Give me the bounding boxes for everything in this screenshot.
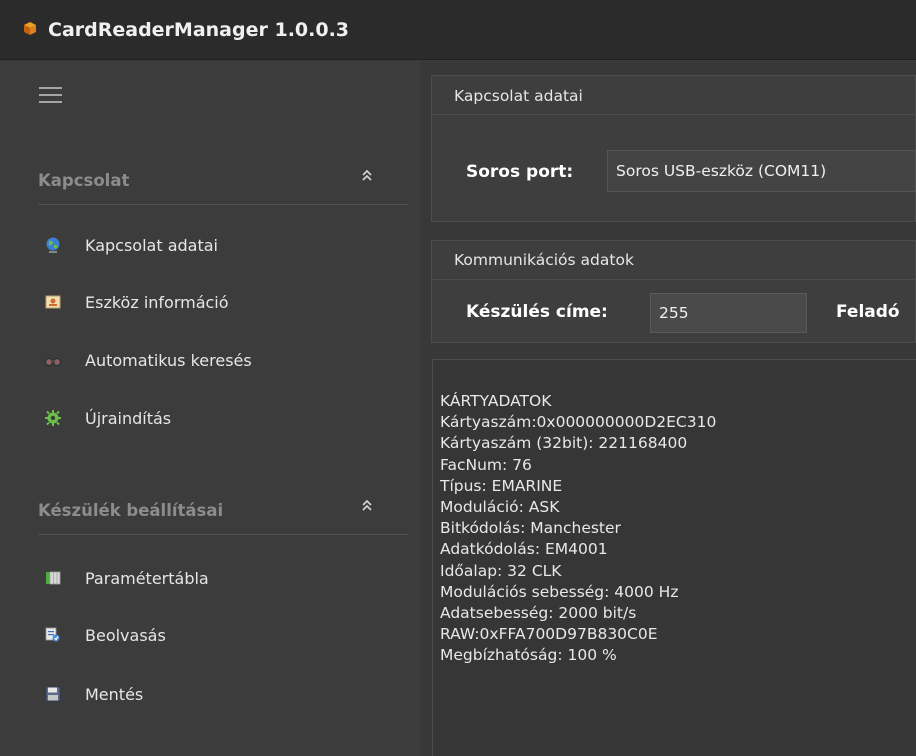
section-header-kapcsolat[interactable]: Kapcsolat — [38, 163, 408, 205]
output-line: Adatkódolás: EM4001 — [440, 540, 608, 559]
output-line: Időalap: 32 CLK — [440, 561, 562, 580]
output-lines: KÁRTYADATOK Kártyaszám:0x000000000D2EC310… — [440, 391, 716, 667]
restart-gear-icon — [45, 410, 61, 426]
output-line: Kártyaszám:0x000000000D2EC310 — [440, 413, 717, 432]
output-line: Moduláció: ASK — [440, 498, 560, 517]
serial-port-select[interactable]: Soros USB-eszköz (COM11) — [607, 150, 916, 192]
sidebar-item-kapcsolat-adatai[interactable]: Kapcsolat adatai — [44, 230, 218, 260]
hamburger-icon[interactable] — [39, 87, 62, 103]
output-line: Megbízhatóság: 100 % — [440, 646, 617, 665]
output-line: RAW:0xFFA700D97B830C0E — [440, 625, 658, 644]
section-label: Kapcsolat — [38, 171, 130, 190]
chevron-double-up-icon[interactable] — [360, 499, 374, 513]
sidebar-item-label: Automatikus keresés — [85, 350, 252, 370]
sidebar-item-ujrainditas[interactable]: Újraindítás — [44, 403, 171, 433]
sender-label: Feladó — [836, 302, 900, 322]
sidebar-item-automatikus-kereses[interactable]: Automatikus keresés — [44, 345, 252, 375]
sidebar-item-label: Beolvasás — [85, 625, 166, 645]
output-line: Adatsebesség: 2000 bit/s — [440, 604, 637, 623]
device-address-input[interactable] — [650, 293, 807, 333]
save-icon — [45, 686, 61, 702]
read-icon — [45, 627, 60, 642]
card-data-output[interactable]: KÁRTYADATOK Kártyaszám:0x000000000D2EC310… — [432, 359, 916, 756]
sidebar-item-label: Mentés — [85, 684, 144, 704]
output-line: Modulációs sebesség: 4000 Hz — [440, 582, 679, 601]
output-line: KÁRTYADATOK — [440, 392, 552, 410]
connection-panel-title: Kapcsolat adatai — [454, 87, 583, 105]
globe-icon — [46, 237, 60, 253]
output-line: Kártyaszám (32bit): 221168400 — [440, 434, 688, 453]
output-line: Bitkódolás: Manchester — [440, 519, 621, 538]
output-line: Típus: EMARINE — [440, 476, 563, 495]
sidebar-item-eszkoz-informacio[interactable]: Eszköz információ — [44, 287, 229, 317]
output-line: FacNum: 76 — [440, 455, 532, 474]
sidebar-item-label: Kapcsolat adatai — [85, 235, 218, 255]
device-address-label: Készülés címe: — [466, 302, 608, 322]
table-icon — [46, 571, 61, 585]
section-header-keszulek-beallitasai[interactable]: Készülék beállításai — [38, 493, 408, 535]
window-title: CardReaderManager 1.0.0.3 — [48, 18, 350, 41]
communication-panel-title: Kommunikációs adatok — [454, 251, 634, 269]
sidebar-item-mentes[interactable]: Mentés — [44, 679, 143, 709]
chevron-double-up-icon[interactable] — [360, 169, 374, 183]
sidebar-item-parametertabla[interactable]: Paramétertábla — [44, 563, 209, 593]
title-bar: CardReaderManager 1.0.0.3 — [0, 0, 916, 60]
device-info-icon — [45, 295, 61, 309]
serial-port-label: Soros port: — [466, 162, 574, 182]
app-icon — [24, 21, 36, 35]
section-label: Készülék beállításai — [38, 501, 224, 520]
sidebar-item-beolvasas[interactable]: Beolvasás — [44, 620, 166, 650]
sidebar-item-label: Paramétertábla — [85, 568, 209, 588]
serial-port-value: Soros USB-eszköz (COM11) — [616, 162, 827, 180]
sidebar-item-label: Eszköz információ — [85, 292, 229, 312]
sidebar-item-label: Újraindítás — [85, 408, 172, 428]
binoculars-icon — [45, 358, 61, 366]
